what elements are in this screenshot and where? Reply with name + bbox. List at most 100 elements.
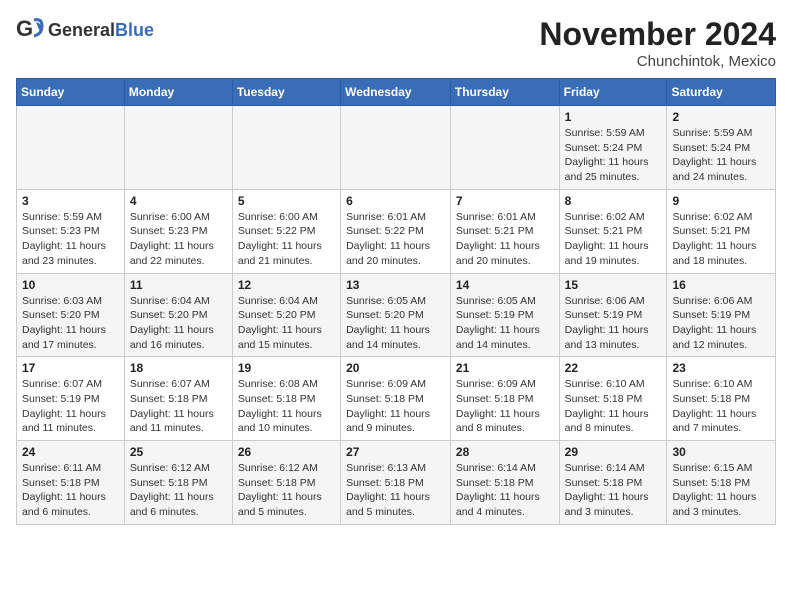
day-number: 15 [565, 278, 662, 292]
day-number: 29 [565, 445, 662, 459]
calendar-cell: 22 Sunrise: 6:10 AM Sunset: 5:18 PM Dayli… [559, 357, 667, 441]
calendar-cell: 28 Sunrise: 6:14 AM Sunset: 5:18 PM Dayli… [450, 441, 559, 525]
day-number: 26 [238, 445, 335, 459]
day-info: Sunrise: 6:12 AM Sunset: 5:18 PM Dayligh… [238, 461, 335, 520]
calendar-cell: 7 Sunrise: 6:01 AM Sunset: 5:21 PM Daylig… [450, 189, 559, 273]
calendar-week-1: 1 Sunrise: 5:59 AM Sunset: 5:24 PM Daylig… [17, 106, 776, 190]
day-number: 27 [346, 445, 445, 459]
calendar-cell: 1 Sunrise: 5:59 AM Sunset: 5:24 PM Daylig… [559, 106, 667, 190]
day-info: Sunrise: 6:09 AM Sunset: 5:18 PM Dayligh… [456, 377, 554, 436]
calendar-cell: 18Sunrise: 6:07 AM Sunset: 5:18 PM Dayli… [124, 357, 232, 441]
day-info: Sunrise: 6:02 AM Sunset: 5:21 PM Dayligh… [672, 210, 770, 269]
calendar-cell: 10 Sunrise: 6:03 AM Sunset: 5:20 PM Dayli… [17, 273, 125, 357]
calendar-cell: 27 Sunrise: 6:13 AM Sunset: 5:18 PM Dayli… [341, 441, 451, 525]
day-number: 5 [238, 194, 335, 208]
day-info: Sunrise: 6:03 AM Sunset: 5:20 PM Dayligh… [22, 294, 119, 353]
day-number: 8 [565, 194, 662, 208]
calendar-body: 1 Sunrise: 5:59 AM Sunset: 5:24 PM Daylig… [17, 106, 776, 525]
calendar-week-5: 24 Sunrise: 6:11 AM Sunset: 5:18 PM Dayli… [17, 441, 776, 525]
day-number: 24 [22, 445, 119, 459]
calendar-cell: 8 Sunrise: 6:02 AM Sunset: 5:21 PM Daylig… [559, 189, 667, 273]
day-number: 6 [346, 194, 445, 208]
calendar-cell: 13Sunrise: 6:05 AM Sunset: 5:20 PM Dayli… [341, 273, 451, 357]
calendar-cell: 4Sunrise: 6:00 AM Sunset: 5:23 PM Daylig… [124, 189, 232, 273]
calendar-cell [232, 106, 340, 190]
weekday-header-saturday: Saturday [667, 79, 776, 106]
calendar-cell [450, 106, 559, 190]
calendar-cell [124, 106, 232, 190]
weekday-header-thursday: Thursday [450, 79, 559, 106]
day-number: 10 [22, 278, 119, 292]
month-title: November 2024 [539, 16, 776, 53]
day-info: Sunrise: 5:59 AM Sunset: 5:24 PM Dayligh… [565, 126, 662, 185]
day-info: Sunrise: 6:01 AM Sunset: 5:21 PM Dayligh… [456, 210, 554, 269]
calendar-cell: 5 Sunrise: 6:00 AM Sunset: 5:22 PM Daylig… [232, 189, 340, 273]
calendar-cell [17, 106, 125, 190]
svg-text:G: G [16, 16, 33, 41]
calendar-cell: 17Sunrise: 6:07 AM Sunset: 5:19 PM Dayli… [17, 357, 125, 441]
day-number: 30 [672, 445, 770, 459]
day-info: Sunrise: 6:10 AM Sunset: 5:18 PM Dayligh… [565, 377, 662, 436]
day-info: Sunrise: 6:14 AM Sunset: 5:18 PM Dayligh… [456, 461, 554, 520]
calendar-cell: 30 Sunrise: 6:15 AM Sunset: 5:18 PM Dayli… [667, 441, 776, 525]
logo-general-text: General [48, 20, 115, 40]
day-number: 13 [346, 278, 445, 292]
logo: G GeneralBlue [16, 16, 154, 44]
day-number: 12 [238, 278, 335, 292]
day-info: Sunrise: 5:59 AM Sunset: 5:23 PM Dayligh… [22, 210, 119, 269]
day-info: Sunrise: 6:05 AM Sunset: 5:19 PM Dayligh… [456, 294, 554, 353]
day-info: Sunrise: 6:13 AM Sunset: 5:18 PM Dayligh… [346, 461, 445, 520]
day-number: 9 [672, 194, 770, 208]
calendar-cell: 29Sunrise: 6:14 AM Sunset: 5:18 PM Dayli… [559, 441, 667, 525]
header: G GeneralBlue November 2024 Chunchintok,… [16, 16, 776, 70]
logo-icon: G [16, 16, 44, 44]
day-number: 22 [565, 361, 662, 375]
day-number: 23 [672, 361, 770, 375]
day-number: 7 [456, 194, 554, 208]
day-info: Sunrise: 6:09 AM Sunset: 5:18 PM Dayligh… [346, 377, 445, 436]
calendar-cell: 11 Sunrise: 6:04 AM Sunset: 5:20 PM Dayli… [124, 273, 232, 357]
day-number: 18 [130, 361, 227, 375]
calendar-week-3: 10 Sunrise: 6:03 AM Sunset: 5:20 PM Dayli… [17, 273, 776, 357]
day-number: 2 [672, 110, 770, 124]
calendar-cell: 26 Sunrise: 6:12 AM Sunset: 5:18 PM Dayli… [232, 441, 340, 525]
calendar-cell: 23 Sunrise: 6:10 AM Sunset: 5:18 PM Dayli… [667, 357, 776, 441]
day-number: 14 [456, 278, 554, 292]
weekday-header-tuesday: Tuesday [232, 79, 340, 106]
day-info: Sunrise: 6:11 AM Sunset: 5:18 PM Dayligh… [22, 461, 119, 520]
day-info: Sunrise: 6:04 AM Sunset: 5:20 PM Dayligh… [130, 294, 227, 353]
day-info: Sunrise: 6:15 AM Sunset: 5:18 PM Dayligh… [672, 461, 770, 520]
logo-blue-text: Blue [115, 20, 154, 40]
title-area: November 2024 Chunchintok, Mexico [539, 16, 776, 70]
calendar-table: SundayMondayTuesdayWednesdayThursdayFrid… [16, 78, 776, 525]
calendar-cell: 6 Sunrise: 6:01 AM Sunset: 5:22 PM Daylig… [341, 189, 451, 273]
calendar-cell: 15 Sunrise: 6:06 AM Sunset: 5:19 PM Dayli… [559, 273, 667, 357]
calendar-cell: 9 Sunrise: 6:02 AM Sunset: 5:21 PM Daylig… [667, 189, 776, 273]
day-number: 20 [346, 361, 445, 375]
day-info: Sunrise: 6:04 AM Sunset: 5:20 PM Dayligh… [238, 294, 335, 353]
calendar-cell: 25Sunrise: 6:12 AM Sunset: 5:18 PM Dayli… [124, 441, 232, 525]
day-number: 11 [130, 278, 227, 292]
weekday-header-sunday: Sunday [17, 79, 125, 106]
calendar-cell: 20 Sunrise: 6:09 AM Sunset: 5:18 PM Dayli… [341, 357, 451, 441]
day-info: Sunrise: 6:10 AM Sunset: 5:18 PM Dayligh… [672, 377, 770, 436]
day-info: Sunrise: 6:02 AM Sunset: 5:21 PM Dayligh… [565, 210, 662, 269]
calendar-cell: 21 Sunrise: 6:09 AM Sunset: 5:18 PM Dayli… [450, 357, 559, 441]
day-info: Sunrise: 6:01 AM Sunset: 5:22 PM Dayligh… [346, 210, 445, 269]
day-info: Sunrise: 6:00 AM Sunset: 5:22 PM Dayligh… [238, 210, 335, 269]
day-info: Sunrise: 6:06 AM Sunset: 5:19 PM Dayligh… [672, 294, 770, 353]
day-number: 17 [22, 361, 119, 375]
weekday-header-wednesday: Wednesday [341, 79, 451, 106]
day-info: Sunrise: 5:59 AM Sunset: 5:24 PM Dayligh… [672, 126, 770, 185]
day-number: 3 [22, 194, 119, 208]
calendar-cell: 19Sunrise: 6:08 AM Sunset: 5:18 PM Dayli… [232, 357, 340, 441]
day-number: 1 [565, 110, 662, 124]
day-info: Sunrise: 6:00 AM Sunset: 5:23 PM Dayligh… [130, 210, 227, 269]
day-number: 28 [456, 445, 554, 459]
weekday-header-friday: Friday [559, 79, 667, 106]
day-number: 16 [672, 278, 770, 292]
day-number: 21 [456, 361, 554, 375]
location-subtitle: Chunchintok, Mexico [539, 53, 776, 70]
day-info: Sunrise: 6:06 AM Sunset: 5:19 PM Dayligh… [565, 294, 662, 353]
calendar-cell: 12 Sunrise: 6:04 AM Sunset: 5:20 PM Dayli… [232, 273, 340, 357]
